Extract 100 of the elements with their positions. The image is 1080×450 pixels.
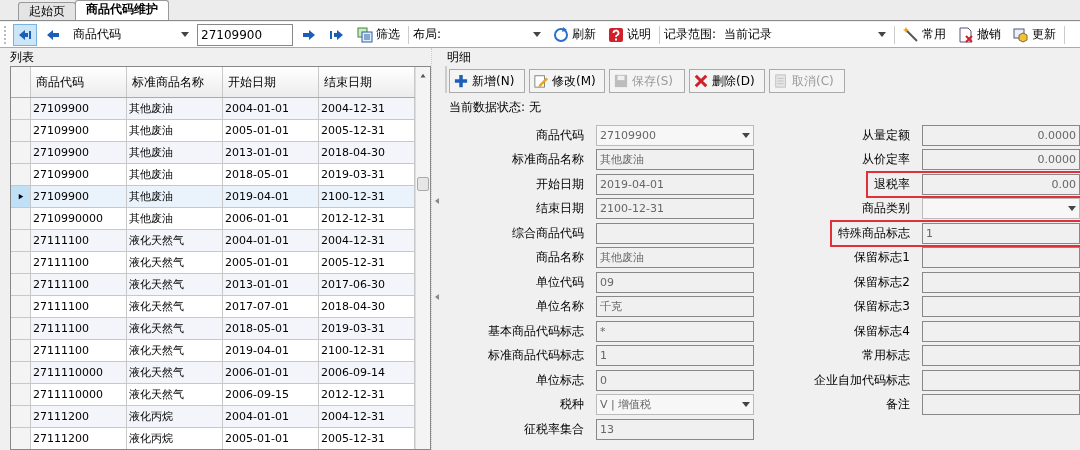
- table-cell: 2004-01-01: [223, 406, 319, 427]
- column-header[interactable]: 开始日期: [223, 67, 319, 97]
- field-label: 保留标志1: [854, 249, 911, 267]
- field-label: 单位代码: [536, 273, 585, 291]
- input-field[interactable]: 1: [596, 345, 754, 367]
- table-cell: 液化丙烷: [127, 428, 223, 449]
- table-cell: 2017-07-01: [223, 296, 319, 317]
- input-field[interactable]: [922, 369, 1080, 391]
- filter-icon: [357, 26, 373, 43]
- input-field[interactable]: 0: [596, 369, 754, 391]
- input-field[interactable]: *: [596, 320, 754, 342]
- input-field[interactable]: [922, 394, 1080, 416]
- table-cell: 2018-05-01: [223, 164, 319, 185]
- field-label: 标准商品代码标志: [488, 347, 585, 365]
- scrollbar[interactable]: [415, 67, 430, 449]
- scroll-thumb[interactable]: [417, 177, 429, 191]
- field-label: 商品名称: [536, 249, 585, 267]
- caret-icon: [1068, 206, 1076, 212]
- caret-icon: [181, 32, 189, 37]
- document-cross-icon: [958, 26, 975, 43]
- field-label: 单位名称: [536, 298, 585, 316]
- input-field[interactable]: 2100-12-31: [596, 198, 754, 220]
- table-cell: 27109900: [31, 164, 127, 185]
- update-icon: [1013, 26, 1030, 43]
- tab[interactable]: 商品代码维护: [75, 0, 169, 20]
- field-label: 商品代码: [536, 126, 585, 144]
- record-range-label: 记录范围:: [664, 26, 717, 43]
- magic-wand-icon: [903, 26, 920, 43]
- input-field[interactable]: 千克: [596, 296, 754, 318]
- first-record-button[interactable]: [13, 23, 37, 46]
- field-label: 开始日期: [536, 175, 585, 193]
- input-field[interactable]: 1: [922, 222, 1080, 244]
- row-header[interactable]: [11, 186, 31, 207]
- input-field[interactable]: 0.00: [922, 173, 1080, 195]
- dropdown-field[interactable]: [922, 198, 1080, 220]
- table-cell: 2006-09-15: [223, 384, 319, 405]
- input-field[interactable]: 其他废油: [596, 247, 754, 269]
- input-field[interactable]: 其他废油: [596, 149, 754, 171]
- input-field[interactable]: [922, 345, 1080, 367]
- undo-button[interactable]: 撤销: [954, 23, 1006, 46]
- filter-button[interactable]: 筛选: [353, 23, 404, 46]
- collapse-left-icon[interactable]: [434, 294, 439, 300]
- input-field[interactable]: [922, 271, 1080, 293]
- search-field[interactable]: 27109900: [197, 23, 293, 46]
- table-cell: 27111100: [31, 340, 127, 361]
- column-header[interactable]: 商品代码: [31, 67, 127, 97]
- input-field[interactable]: [922, 247, 1080, 269]
- table-cell: 液化天然气: [127, 252, 223, 273]
- table-cell: 2013-01-01: [223, 142, 319, 163]
- caret-icon: [742, 402, 750, 408]
- table-cell: 2013-01-01: [223, 274, 319, 295]
- table-cell: 其他废油: [127, 120, 223, 141]
- table-cell: 2004-01-01: [223, 98, 319, 119]
- table-cell: 27109900: [31, 120, 127, 141]
- scroll-up-icon[interactable]: [419, 73, 427, 78]
- field-label: 从量定额: [862, 126, 911, 144]
- field-label: 基本商品代码标志: [488, 322, 585, 340]
- column-header[interactable]: 标准商品名称: [127, 67, 223, 97]
- field-label: 备注: [886, 396, 911, 414]
- input-field[interactable]: [596, 222, 754, 244]
- table-cell: 2005-01-01: [223, 252, 319, 273]
- input-field[interactable]: 13: [596, 418, 754, 440]
- field-label: 结束日期: [536, 200, 585, 218]
- update-button[interactable]: 更新: [1009, 23, 1061, 46]
- current-row-icon: [17, 192, 24, 201]
- input-field[interactable]: [922, 296, 1080, 318]
- table-cell: 液化天然气: [127, 296, 223, 317]
- pencil-icon: [534, 74, 548, 88]
- table-cell: 2710990000: [31, 208, 127, 229]
- field-label: 征税率集合: [524, 420, 585, 438]
- table-cell: 2005-01-01: [223, 428, 319, 449]
- input-field[interactable]: 0.0000: [922, 149, 1080, 171]
- field-label: 保留标志2: [854, 273, 911, 291]
- edit-button[interactable]: 修改(M): [529, 69, 605, 93]
- add-button[interactable]: 新增(N): [449, 69, 525, 93]
- field-label: 从价定率: [862, 151, 911, 169]
- panel-title: 列表: [10, 50, 35, 66]
- dropdown-field[interactable]: 27109900: [596, 124, 754, 146]
- table-cell: 其他废油: [127, 164, 223, 185]
- help-button[interactable]: 说明: [604, 23, 656, 46]
- refresh-button[interactable]: 刷新: [549, 23, 601, 46]
- delete-button[interactable]: 删除(D): [689, 69, 765, 93]
- field-label: 税种: [560, 396, 585, 414]
- table-cell: 27109900: [31, 186, 127, 207]
- table-cell: 其他废油: [127, 208, 223, 229]
- table-cell: 2006-01-01: [223, 208, 319, 229]
- tab[interactable]: 起始页: [18, 2, 76, 20]
- input-field[interactable]: 2019-04-01: [596, 173, 754, 195]
- input-field[interactable]: [922, 320, 1080, 342]
- caret-icon: [742, 132, 750, 138]
- input-field[interactable]: 09: [596, 271, 754, 293]
- table-cell: 其他废油: [127, 142, 223, 163]
- common-button[interactable]: 常用: [899, 23, 951, 46]
- input-field[interactable]: 0.0000: [922, 124, 1080, 146]
- table-cell: 2006-01-01: [223, 362, 319, 383]
- help-icon: [608, 26, 625, 43]
- document-icon: [774, 74, 788, 88]
- dropdown-field[interactable]: V | 增值税: [596, 394, 754, 416]
- collapse-left-icon[interactable]: [434, 198, 439, 204]
- table-cell: 27111100: [31, 274, 127, 295]
